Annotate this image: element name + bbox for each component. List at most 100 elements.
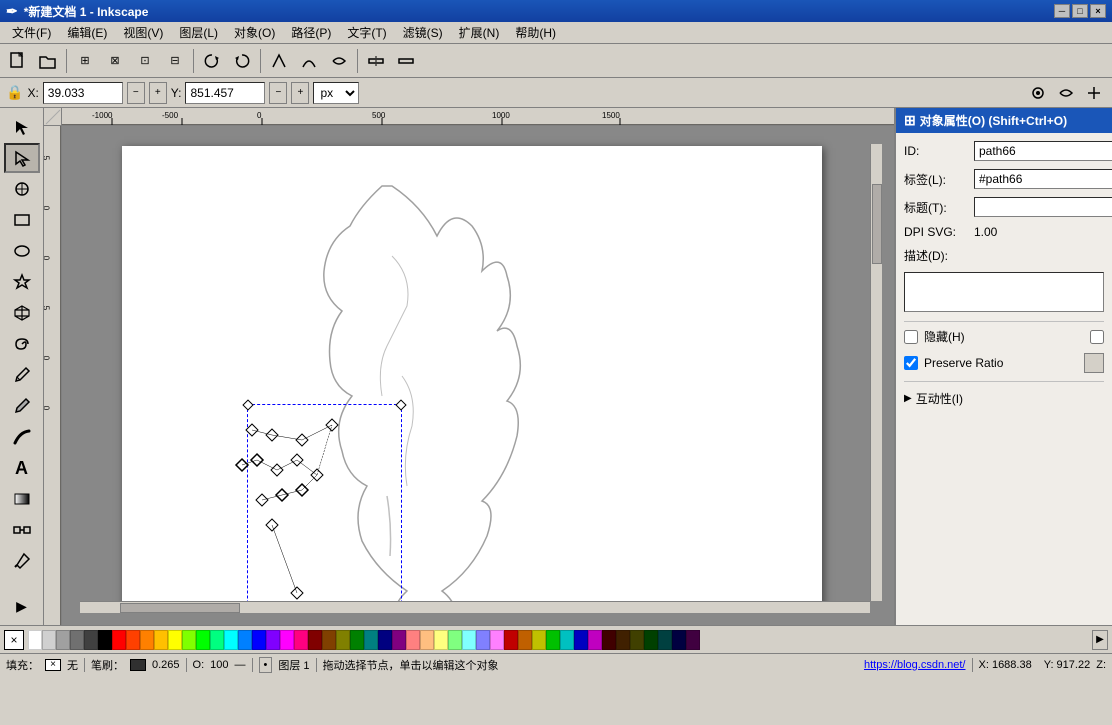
desc-textarea[interactable]: [904, 272, 1104, 312]
color-swatch[interactable]: [196, 630, 210, 650]
maximize-button[interactable]: □: [1072, 4, 1088, 18]
color-swatch[interactable]: [602, 630, 616, 650]
tag-input[interactable]: [974, 169, 1112, 189]
snap-button3[interactable]: [1082, 81, 1106, 105]
color-swatch[interactable]: [252, 630, 266, 650]
color-swatch[interactable]: [126, 630, 140, 650]
no-color-swatch[interactable]: ×: [4, 630, 24, 650]
menu-layer[interactable]: 图层(L): [171, 22, 226, 43]
tool-selector[interactable]: [4, 112, 40, 142]
color-swatch[interactable]: [140, 630, 154, 650]
color-swatch[interactable]: [518, 630, 532, 650]
color-swatch[interactable]: [672, 630, 686, 650]
color-swatch[interactable]: [658, 630, 672, 650]
color-swatch[interactable]: [644, 630, 658, 650]
color-swatch[interactable]: [490, 630, 504, 650]
horizontal-scrollbar[interactable]: [80, 601, 870, 613]
canvas[interactable]: [62, 126, 882, 613]
color-swatch[interactable]: [336, 630, 350, 650]
color-swatch[interactable]: [98, 630, 112, 650]
tool-cusp[interactable]: [265, 47, 293, 75]
color-swatch[interactable]: [350, 630, 364, 650]
menu-file[interactable]: 文件(F): [4, 22, 59, 43]
color-swatch[interactable]: [434, 630, 448, 650]
color-swatch[interactable]: [266, 630, 280, 650]
color-swatch[interactable]: [168, 630, 182, 650]
id-input[interactable]: [974, 141, 1112, 161]
color-swatch[interactable]: [448, 630, 462, 650]
menu-extensions[interactable]: 扩展(N): [451, 22, 508, 43]
tool-text[interactable]: A: [4, 453, 40, 483]
lock-icon[interactable]: 🔒: [6, 84, 23, 101]
tool-smooth[interactable]: [295, 47, 323, 75]
tool-3dbox[interactable]: [4, 298, 40, 328]
color-swatch[interactable]: [420, 630, 434, 650]
color-swatch[interactable]: [28, 630, 42, 650]
color-swatch[interactable]: [504, 630, 518, 650]
tool-pencil[interactable]: [4, 360, 40, 390]
color-swatch[interactable]: [294, 630, 308, 650]
color-swatch[interactable]: [56, 630, 70, 650]
tool-new[interactable]: [4, 47, 32, 75]
color-swatch[interactable]: [574, 630, 588, 650]
tool-node[interactable]: [4, 143, 40, 173]
x-decrement[interactable]: −: [127, 82, 145, 104]
tool-break[interactable]: [362, 47, 390, 75]
unit-select[interactable]: px mm cm in: [313, 82, 359, 104]
y-increment[interactable]: +: [291, 82, 309, 104]
color-swatch[interactable]: [238, 630, 252, 650]
color-swatch[interactable]: [476, 630, 490, 650]
menu-view[interactable]: 视图(V): [115, 22, 171, 43]
preserve-extra-btn[interactable]: [1084, 353, 1104, 373]
color-swatch[interactable]: [70, 630, 84, 650]
tool-join[interactable]: [392, 47, 420, 75]
canvas-area[interactable]: -1000 -500 0 500 1000 1500 5 0 0 5: [44, 108, 894, 625]
color-swatch[interactable]: [406, 630, 420, 650]
color-swatch[interactable]: [84, 630, 98, 650]
color-swatch[interactable]: [322, 630, 336, 650]
snap-button1[interactable]: [1026, 81, 1050, 105]
color-swatch[interactable]: [378, 630, 392, 650]
tool-node-align2[interactable]: ⊠: [101, 47, 129, 75]
color-swatch[interactable]: [224, 630, 238, 650]
x-increment[interactable]: +: [149, 82, 167, 104]
color-swatch[interactable]: [560, 630, 574, 650]
color-swatch[interactable]: [686, 630, 700, 650]
tool-symmetric[interactable]: [325, 47, 353, 75]
y-decrement[interactable]: −: [269, 82, 287, 104]
color-swatch[interactable]: [588, 630, 602, 650]
minimize-button[interactable]: ─: [1054, 4, 1070, 18]
tool-connector[interactable]: [4, 515, 40, 545]
tool-rotate-cw[interactable]: [228, 47, 256, 75]
color-swatch[interactable]: [308, 630, 322, 650]
color-swatch[interactable]: [462, 630, 476, 650]
snap-button2[interactable]: [1054, 81, 1078, 105]
color-swatch[interactable]: [210, 630, 224, 650]
color-swatch[interactable]: [154, 630, 168, 650]
hidden-checkbox[interactable]: [904, 330, 918, 344]
title-input[interactable]: [974, 197, 1112, 217]
tool-node-align1[interactable]: ⊞: [71, 47, 99, 75]
tool-rect[interactable]: [4, 205, 40, 235]
tool-tweak[interactable]: [4, 174, 40, 204]
color-swatch[interactable]: [546, 630, 560, 650]
x-input[interactable]: [43, 82, 123, 104]
color-swatch[interactable]: [364, 630, 378, 650]
color-swatch[interactable]: [616, 630, 630, 650]
menu-text[interactable]: 文字(T): [339, 22, 394, 43]
color-swatch[interactable]: [630, 630, 644, 650]
close-button[interactable]: ×: [1090, 4, 1106, 18]
tool-open[interactable]: [34, 47, 62, 75]
tool-ellipse[interactable]: [4, 236, 40, 266]
tool-star[interactable]: [4, 267, 40, 297]
palette-scroll-right[interactable]: ▶: [1092, 630, 1108, 650]
tool-pen[interactable]: [4, 391, 40, 421]
tool-node-align4[interactable]: ⊟: [161, 47, 189, 75]
color-swatch[interactable]: [280, 630, 294, 650]
tool-rotate-ccw[interactable]: [198, 47, 226, 75]
color-swatch[interactable]: [392, 630, 406, 650]
menu-object[interactable]: 对象(O): [226, 22, 283, 43]
tool-more[interactable]: ▶: [4, 591, 40, 621]
menu-edit[interactable]: 编辑(E): [59, 22, 115, 43]
color-swatch[interactable]: [182, 630, 196, 650]
